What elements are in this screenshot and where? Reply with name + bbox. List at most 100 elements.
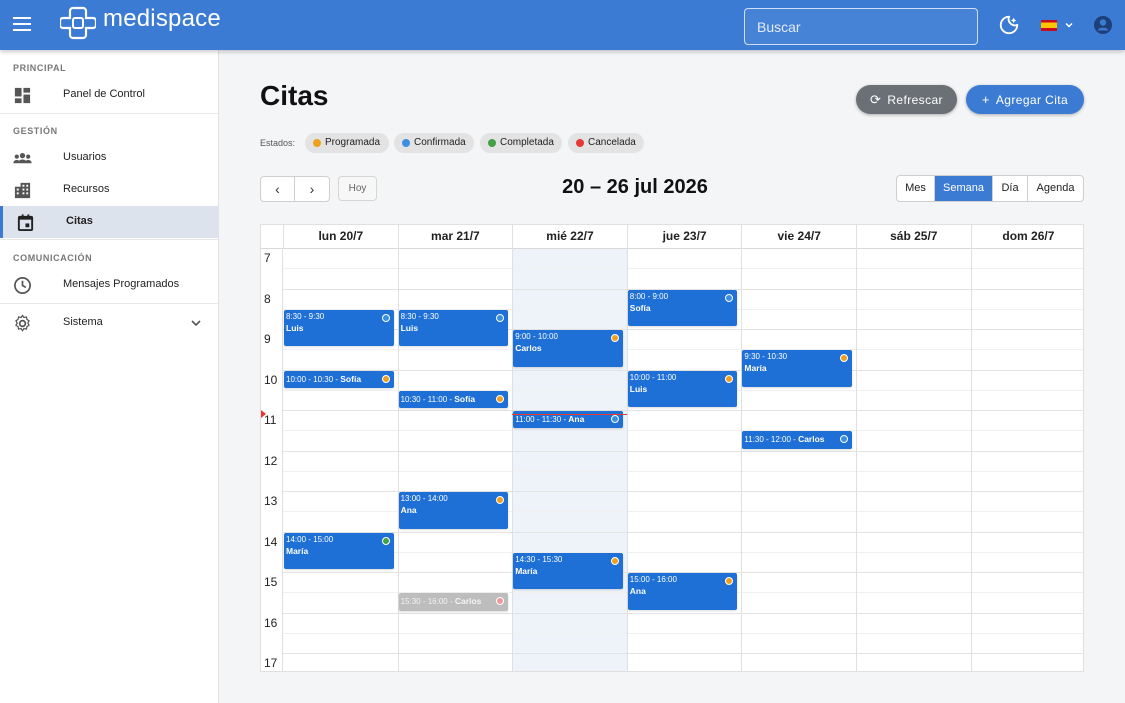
calendar-icon (17, 214, 34, 232)
refresh-button[interactable]: ⟳ Refrescar (856, 85, 957, 114)
appointment-time: 9:30 - 10:30 (744, 352, 788, 362)
day-column-divider (512, 248, 514, 671)
appointment-event[interactable]: 14:00 - 15:00 María (284, 532, 394, 569)
account-icon[interactable] (1093, 15, 1113, 35)
section-title-gestion: GESTIÓN (13, 126, 58, 136)
sidebar-item-usuarios[interactable]: Usuarios (0, 142, 218, 174)
appointment-event[interactable]: 15:00 - 16:00 Ana (627, 573, 738, 610)
appointment-event[interactable]: 10:30 - 11:00 - Sofía (398, 390, 509, 408)
refresh-button-label: Refrescar (887, 92, 943, 107)
view-month-button[interactable]: Mes (897, 176, 935, 201)
sidebar-item-panel-de-control[interactable]: Panel de Control (0, 79, 218, 111)
view-switcher: Mes Semana Día Agenda (896, 175, 1084, 202)
sidebar-item-recursos[interactable]: Recursos (0, 174, 218, 206)
status-dot-icon (725, 293, 734, 302)
hour-label: 8 (264, 291, 271, 306)
appointment-time: 10:30 - 11:00 - (400, 394, 455, 404)
chevron-down-icon (191, 320, 201, 327)
sidebar-item-mensajes-programados[interactable]: Mensajes Programados (0, 269, 218, 301)
menu-icon[interactable] (13, 17, 31, 31)
appointment-event[interactable]: 8:30 - 9:30 Luis (284, 309, 394, 347)
prev-week-button[interactable]: ‹ (261, 177, 296, 201)
appointment-time: 10:00 - 10:30 - (286, 374, 341, 384)
add-appointment-button-label: Agregar Cita (995, 93, 1069, 107)
appointment-time: 13:00 - 14:00 (400, 494, 448, 503)
plus-icon: + (981, 92, 990, 107)
next-week-button[interactable]: › (295, 177, 329, 201)
add-appointment-button[interactable]: + Agregar Cita (966, 85, 1084, 114)
status-dot-icon (313, 139, 321, 147)
building-icon (14, 182, 31, 199)
status-legend-label: Estados: (260, 138, 296, 148)
appointment-time: 14:30 - 15:30 (515, 554, 563, 564)
day-column-divider (856, 248, 857, 671)
appointment-patient: María (744, 363, 767, 374)
day-column-header: vie 24/7 (741, 225, 856, 248)
section-title-principal: PRINCIPAL (13, 63, 67, 73)
appointment-patient: Carlos (798, 434, 825, 445)
view-day-button[interactable]: Día (993, 176, 1028, 201)
appointment-event[interactable]: 11:30 - 12:00 - Carlos (742, 431, 852, 449)
status-chip-programada: Programada (305, 133, 389, 153)
half-hour-gridline (282, 551, 1083, 553)
appointment-event[interactable]: 8:30 - 9:30 Luis (398, 309, 509, 347)
hour-label: 9 (264, 332, 271, 346)
sidebar-item-label: Usuarios (63, 151, 107, 163)
appointment-time: 11:30 - 12:00 - (744, 435, 799, 445)
status-chip-confirmada: Confirmada (394, 133, 474, 153)
top-app-bar: medispace (0, 0, 1125, 50)
appointment-event[interactable]: 9:30 - 10:30 María (742, 350, 852, 387)
chevron-left-icon: ‹ (275, 181, 280, 197)
half-hour-gridline (282, 268, 1083, 270)
search-input[interactable] (744, 8, 978, 45)
gear-icon (15, 314, 30, 332)
language-selector[interactable] (1041, 18, 1075, 34)
appointment-event[interactable]: 13:00 - 14:00 Ana (398, 492, 509, 529)
sidebar: PRINCIPAL Panel de Control GESTIÓN Usuar… (0, 50, 219, 703)
appointment-event[interactable]: 14:30 - 15:30 María (513, 552, 623, 590)
status-dot-icon (610, 415, 619, 423)
appointment-patient: Luis (629, 383, 648, 394)
status-dot-icon (402, 139, 410, 147)
view-week-button[interactable]: Semana (935, 176, 993, 201)
half-hour-gridline (282, 470, 1083, 472)
status-dot-icon (381, 374, 390, 383)
day-column-header: mié 22/7 (512, 225, 627, 248)
status-dot-icon (725, 374, 734, 383)
appointment-event[interactable]: 8:00 - 9:00 Sofía (627, 289, 738, 326)
appointment-patient: María (286, 545, 309, 556)
status-dot-icon (496, 597, 505, 606)
day-column-header: dom 26/7 (970, 225, 1083, 248)
refresh-icon: ⟳ (870, 91, 882, 107)
day-column-header: jue 23/7 (626, 225, 742, 248)
sidebar-item-label: Panel de Control (63, 88, 145, 100)
moon-icon[interactable] (998, 14, 1020, 36)
status-dot-icon (381, 536, 390, 545)
appointment-time: 15:00 - 16:00 (629, 575, 677, 584)
dashboard-icon (14, 87, 31, 104)
week-navigation: ‹ › (260, 176, 330, 202)
hour-label: 15 (264, 575, 278, 589)
appointment-event[interactable]: 15:30 - 16:00 - Carlos (398, 593, 509, 611)
current-time-line (512, 414, 627, 416)
hour-label: 13 (264, 494, 278, 508)
status-chip-completada: Completada (480, 133, 562, 153)
view-agenda-button[interactable]: Agenda (1028, 176, 1083, 201)
appointment-patient: Carlos (454, 596, 482, 607)
app-name: medispace (103, 5, 221, 32)
sidebar-divider (0, 239, 218, 240)
appointment-event[interactable]: 10:00 - 10:30 - Sofía (284, 370, 394, 388)
appointment-event[interactable]: 10:00 - 11:00 Luis (627, 370, 738, 407)
appointment-event[interactable]: 9:00 - 10:00 Carlos (513, 330, 623, 367)
section-title-comunicacion: COMUNICACIÓN (13, 253, 93, 263)
half-hour-gridline (282, 632, 1083, 634)
status-dot-icon (496, 394, 505, 403)
logo-cross-icon (60, 6, 96, 40)
appointment-time: 10:00 - 11:00 (629, 372, 677, 382)
sidebar-item-citas[interactable]: Citas (0, 206, 218, 238)
sidebar-item-sistema[interactable]: Sistema (0, 307, 218, 339)
day-column-divider (282, 248, 283, 671)
status-dot-icon (610, 556, 619, 565)
today-button[interactable]: Hoy (338, 176, 377, 201)
sidebar-item-label: Sistema (63, 316, 103, 328)
